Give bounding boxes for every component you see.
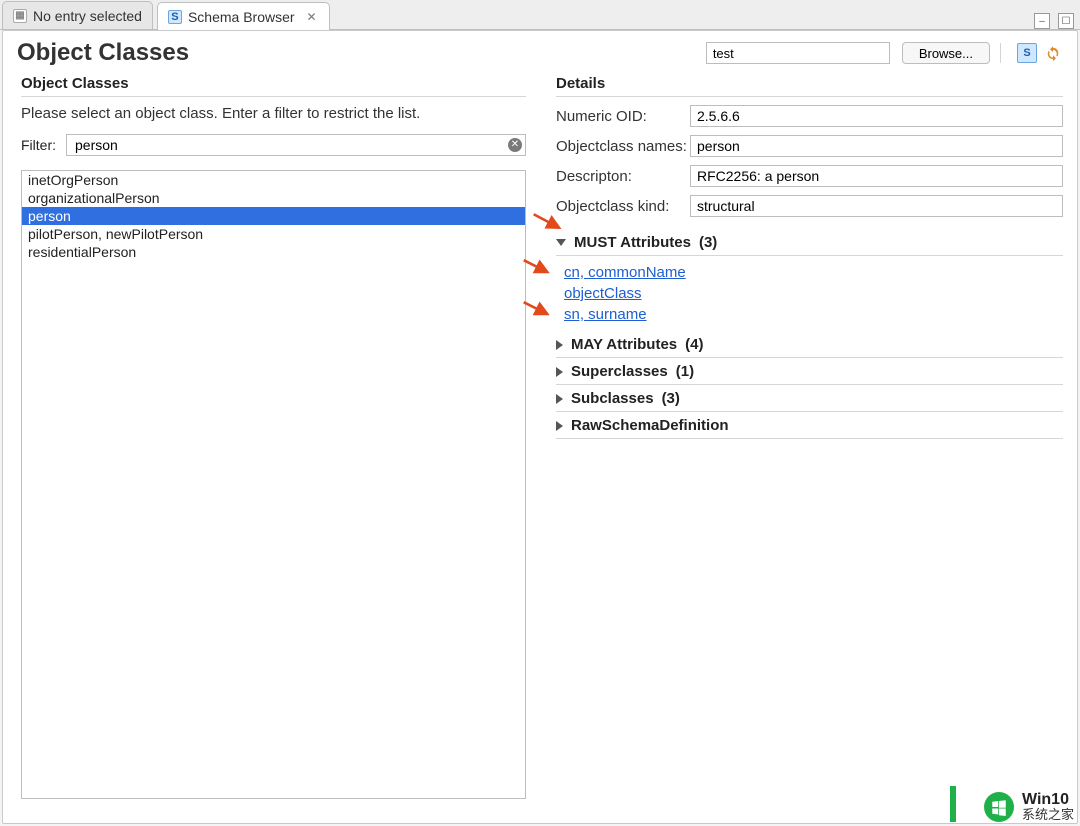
field-label: Descripton: [556,168,690,185]
section-header[interactable]: RawSchemaDefinition [556,412,1063,439]
field-label: Numeric OID: [556,108,690,125]
section-header[interactable]: Superclasses (1) [556,358,1063,385]
chevron-right-icon [556,421,563,431]
browse-button[interactable]: Browse... [902,42,990,64]
section-header[interactable]: MAY Attributes (4) [556,331,1063,358]
details-panel: Details Numeric OID: Objectclass names: De… [556,69,1063,799]
field-value[interactable] [690,135,1063,157]
list-item[interactable]: organizationalPerson [22,189,525,207]
object-class-list[interactable]: inetOrgPersonorganizationalPersonpersonp… [21,170,526,799]
details-heading: Details [556,69,1063,97]
schema-tool-icon[interactable]: S [1017,43,1037,63]
section-header[interactable]: Subclasses (3) [556,385,1063,412]
detail-field-row: Descripton: [556,165,1063,187]
object-classes-heading: Object Classes [21,69,526,97]
filter-input[interactable] [66,134,526,156]
detail-field-row: Objectclass names: [556,135,1063,157]
tab-no-entry[interactable]: ▦ No entry selected [2,1,153,29]
section-title: RawSchemaDefinition [571,417,729,434]
title-row: Object Classes Browse... S [3,31,1077,69]
chevron-down-icon [556,239,566,246]
object-classes-hint: Please select an object class. Enter a f… [21,105,526,122]
watermark-line2: 系统之家 [1022,808,1074,822]
refresh-icon[interactable] [1043,43,1063,63]
list-item[interactable]: residentialPerson [22,243,525,261]
field-label: Objectclass kind: [556,198,690,215]
attribute-link[interactable]: sn, surname [564,304,1063,325]
search-input[interactable] [706,42,890,64]
attribute-link[interactable]: cn, commonName [564,262,1063,283]
field-value[interactable] [690,195,1063,217]
chevron-right-icon [556,394,563,404]
must-attributes-body: cn, commonNameobjectClasssn, surname [556,256,1063,331]
main-frame: Object Classes Browse... S Object Classe… [2,30,1078,824]
list-item[interactable]: inetOrgPerson [22,171,525,189]
section-title: MAY Attributes [571,336,677,353]
must-attributes-header[interactable]: MUST Attributes (3) [556,229,1063,256]
field-label: Objectclass names: [556,138,690,155]
list-item[interactable]: pilotPerson, newPilotPerson [22,225,525,243]
section-count: (3) [662,390,680,407]
schema-icon: S [168,10,182,24]
watermark: Win10 系统之家 [984,792,1074,822]
watermark-line1: Win10 [1022,792,1074,809]
tab-label: No entry selected [33,8,142,24]
field-value[interactable] [690,105,1063,127]
filter-label: Filter: [21,137,56,153]
attribute-link[interactable]: objectClass [564,283,1063,304]
must-attributes-title: MUST Attributes [574,234,691,251]
detail-field-row: Objectclass kind: [556,195,1063,217]
toolbar-divider [1000,43,1001,63]
tab-label: Schema Browser [188,9,295,25]
detail-field-row: Numeric OID: [556,105,1063,127]
section-title: Subclasses [571,390,654,407]
field-value[interactable] [690,165,1063,187]
must-attributes-count: (3) [699,234,717,251]
tab-bar: ▦ No entry selected S Schema Browser ✕ –… [0,0,1080,30]
section-title: Superclasses [571,363,668,380]
close-icon[interactable]: ✕ [305,10,319,24]
page-title: Object Classes [17,39,189,67]
windows-icon [984,792,1014,822]
watermark-bar [950,786,956,822]
section-count: (4) [685,336,703,353]
maximize-button[interactable]: ☐ [1058,13,1074,29]
minimize-button[interactable]: – [1034,13,1050,29]
chevron-right-icon [556,340,563,350]
tab-schema-browser[interactable]: S Schema Browser ✕ [157,2,330,30]
object-classes-panel: Object Classes Please select an object c… [21,69,526,799]
section-count: (1) [676,363,694,380]
grid-icon: ▦ [13,9,27,23]
chevron-right-icon [556,367,563,377]
clear-filter-icon[interactable]: ✕ [508,138,522,152]
list-item[interactable]: person [22,207,525,225]
